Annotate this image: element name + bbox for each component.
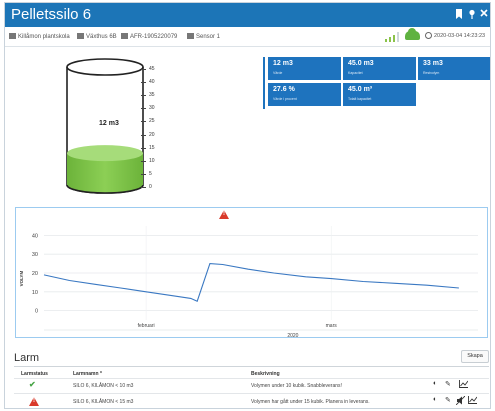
signal-bars-icon xyxy=(385,32,401,42)
tile-percent-label: Värde i procent xyxy=(273,97,297,101)
volume-chart-panel: 40 30 20 10 0 VOLYM februari mars 2020 xyxy=(15,207,488,339)
alarm-section-title: Larm xyxy=(14,352,40,364)
silo-scale-tick xyxy=(141,121,146,123)
silo-scale-tick xyxy=(141,187,146,188)
header-status[interactable]: Larmstatus xyxy=(21,371,48,377)
chart-icon[interactable] xyxy=(459,380,469,390)
alarm-row-name[interactable]: SILO 6, KILÅMON < 15 m3 xyxy=(73,399,133,405)
tile-total-capacity: 45.0 m³ Totalt kapacitet xyxy=(343,83,416,106)
title-bar: Pelletssilo 6 xyxy=(5,3,490,27)
silo-scale-tick xyxy=(141,95,146,97)
silo-scale-tick xyxy=(141,173,146,175)
x-tick-label: mars xyxy=(326,323,338,329)
y-tick-label: 10 xyxy=(32,290,38,296)
silo-scale-tick xyxy=(141,147,146,149)
silo-fill-surface xyxy=(67,145,143,162)
clock-icon xyxy=(425,32,432,39)
crumb-device-label: AFR-1905220079 xyxy=(130,34,178,40)
window-title: Pelletssilo 6 xyxy=(11,6,92,23)
info-bar: Killåmon plantskola Växthus 6B AFR-19052… xyxy=(5,27,490,47)
user-icon xyxy=(77,33,84,39)
alarm-row-description: Volymen har gått under 15 kubik. Planera… xyxy=(251,399,370,405)
y-axis-label: VOLYM xyxy=(19,271,24,287)
flag-icon xyxy=(187,33,194,39)
tile-capacity-label: Kapacitet xyxy=(348,71,363,75)
edit-icon[interactable]: ✎ xyxy=(445,380,451,388)
header-description[interactable]: Beskrivning xyxy=(251,371,280,377)
volume-chart[interactable]: 40 30 20 10 0 VOLYM februari mars 2020 xyxy=(16,208,487,339)
sitemap-icon xyxy=(9,33,16,39)
alarm-row-name[interactable]: SILO 6, KILÅMON < 10 m3 xyxy=(73,383,133,389)
tile-value: 12 m3 Värde xyxy=(268,57,341,80)
tile-total-capacity-number: 45.0 m³ xyxy=(348,86,373,93)
crumb-building[interactable]: Växthus 6B xyxy=(77,33,117,40)
tile-capacity-number: 45.0 m3 xyxy=(348,60,374,67)
alarm-header-divider xyxy=(14,366,489,367)
crumb-site-label: Killåmon plantskola xyxy=(18,34,70,40)
app-window: Pelletssilo 6 Killåmon plantskola Växthu… xyxy=(4,2,491,409)
crumb-sensor[interactable]: Sensor 1 xyxy=(187,33,220,40)
tile-remaining-label: Restvolym xyxy=(423,71,440,75)
silo-value: 12 m3 xyxy=(99,120,119,127)
create-alarm-button[interactable]: Skapa xyxy=(461,350,489,363)
crumb-building-label: Växthus 6B xyxy=(86,34,117,40)
mute-icon[interactable] xyxy=(455,395,466,407)
alarm-row-description: Volymen under 10 kubik. Snabbleverans! xyxy=(251,383,342,389)
silo-scale-label: 25 xyxy=(149,118,155,125)
chart-icon[interactable] xyxy=(468,396,478,406)
tile-percent: 27.6 % Värde i procent xyxy=(268,83,341,106)
silo-scale-tick xyxy=(141,82,146,84)
tile-total-capacity-label: Totalt kapacitet xyxy=(348,97,372,101)
warning-icon xyxy=(29,397,39,406)
silo-scale-label: 30 xyxy=(149,105,155,112)
row-divider xyxy=(14,393,489,394)
x-sub-label: 2020 xyxy=(287,333,298,337)
tile-capacity: 45.0 m3 Kapacitet xyxy=(343,57,416,80)
tile-percent-number: 27.6 % xyxy=(273,86,295,93)
y-tick-label: 20 xyxy=(32,271,38,277)
crumb-sensor-label: Sensor 1 xyxy=(196,34,221,40)
check-icon: ✔ xyxy=(29,380,36,389)
silo-scale-label: 45 xyxy=(149,66,155,72)
tile-value-number: 12 m3 xyxy=(273,60,293,67)
tile-value-label: Värde xyxy=(273,71,283,75)
x-tick-label: februari xyxy=(138,323,155,329)
header-name[interactable]: Larmnamn * xyxy=(73,371,102,377)
silo-scale-label: 35 xyxy=(149,92,155,99)
silo-scale-tick xyxy=(141,108,146,110)
tile-remaining: 33 m3 Restvolym xyxy=(418,57,490,80)
toggle-icon[interactable]: ◐ xyxy=(433,396,437,403)
series-line xyxy=(43,263,459,302)
close-icon[interactable] xyxy=(479,9,489,20)
bookmark-icon[interactable] xyxy=(454,9,464,20)
chart-warning-icon[interactable] xyxy=(219,210,229,219)
silo-scale-label: 20 xyxy=(149,131,155,138)
toggle-icon[interactable]: ◐ xyxy=(433,380,437,387)
timestamp: 2020-03-04 14:23:23 xyxy=(434,33,486,39)
tiles-accent-bar xyxy=(263,57,265,109)
silo-scale-label: 15 xyxy=(149,144,155,151)
silo-scale-label: 10 xyxy=(149,157,155,164)
silo-scale-tick xyxy=(141,69,146,70)
crumb-device[interactable]: AFR-1905220079 xyxy=(121,33,177,40)
silo-scale-label: 5 xyxy=(149,170,152,177)
silo-scale-tick xyxy=(141,160,146,162)
y-tick-label: 40 xyxy=(32,233,38,239)
crumb-site[interactable]: Killåmon plantskola xyxy=(9,33,70,40)
row-divider xyxy=(14,378,489,379)
barcode-icon xyxy=(121,33,128,39)
silo-scale-label: 40 xyxy=(149,79,155,86)
cloud-icon xyxy=(405,28,420,40)
silo-scale-label: 0 xyxy=(149,184,152,190)
silo-scale-tick xyxy=(141,134,146,136)
y-tick-label: 0 xyxy=(35,309,38,315)
y-tick-label: 30 xyxy=(32,252,38,258)
edit-icon[interactable]: ✎ xyxy=(445,396,451,404)
pin-icon[interactable] xyxy=(467,9,477,20)
silo-scale: 45 40 35 30 25 20 15 10 5 0 xyxy=(141,59,181,199)
tile-remaining-number: 33 m3 xyxy=(423,60,443,67)
